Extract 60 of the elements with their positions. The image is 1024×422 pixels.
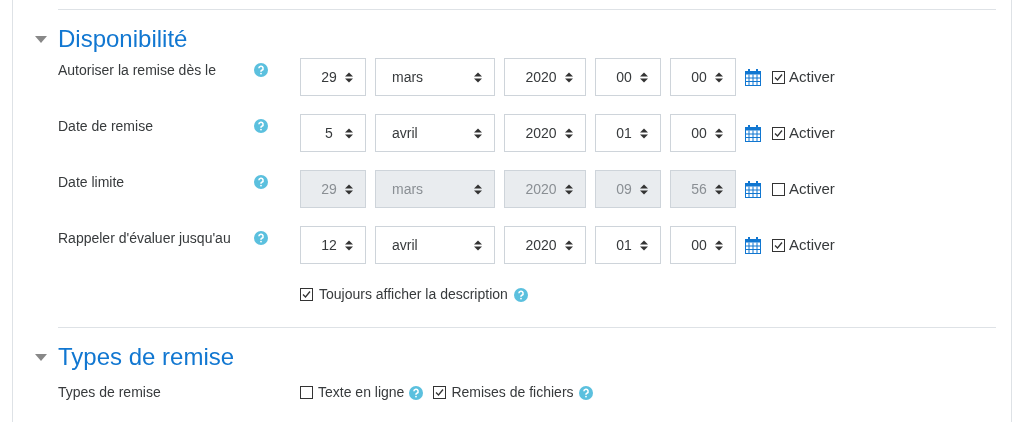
select-field[interactable]: 2020 bbox=[504, 114, 586, 152]
checkbox[interactable] bbox=[300, 288, 313, 301]
field-label: Rappeler d'évaluer jusqu'au bbox=[58, 229, 231, 248]
checkbox-label: Toujours afficher la description bbox=[319, 285, 508, 304]
checkbox-label: Activer bbox=[789, 178, 835, 199]
sort-arrows-icon bbox=[474, 71, 482, 83]
select-field[interactable]: 29 bbox=[300, 58, 366, 96]
select-field[interactable]: 00 bbox=[595, 58, 661, 96]
field-label: Autoriser la remise dès le bbox=[58, 61, 216, 80]
select-field[interactable]: 2020 bbox=[504, 226, 586, 264]
sort-arrows-icon bbox=[474, 127, 482, 139]
sort-arrows-icon bbox=[640, 239, 648, 251]
select-field[interactable]: 01 bbox=[595, 226, 661, 264]
sort-arrows-icon bbox=[715, 127, 723, 139]
checkbox-label: Activer bbox=[789, 122, 835, 143]
checkbox-label: Activer bbox=[789, 66, 835, 87]
select-field[interactable]: 5 bbox=[300, 114, 366, 152]
checkbox[interactable] bbox=[300, 386, 313, 399]
select-field[interactable]: avril bbox=[375, 114, 495, 152]
select-field[interactable]: 12 bbox=[300, 226, 366, 264]
field-label: Date limite bbox=[58, 173, 125, 192]
calendar-icon[interactable] bbox=[745, 236, 761, 254]
sort-arrows-icon bbox=[345, 183, 353, 195]
sort-arrows-icon bbox=[474, 239, 482, 251]
checkbox[interactable] bbox=[433, 386, 447, 399]
select-field[interactable]: 00 bbox=[670, 114, 736, 152]
collapse-icon[interactable] bbox=[35, 353, 47, 361]
sort-arrows-icon bbox=[565, 127, 573, 139]
checkbox-label: Activer bbox=[789, 234, 835, 255]
select-field[interactable]: mars bbox=[375, 58, 495, 96]
sort-arrows-icon bbox=[345, 127, 353, 139]
sort-arrows-icon bbox=[474, 183, 482, 195]
checkbox-label: Texte en ligne bbox=[318, 383, 405, 402]
sort-arrows-icon bbox=[715, 183, 723, 195]
select-field[interactable]: avril bbox=[375, 226, 495, 264]
field-label: Date de remise bbox=[58, 117, 153, 136]
calendar-icon[interactable] bbox=[745, 124, 761, 142]
sort-arrows-icon bbox=[640, 183, 648, 195]
select-field[interactable]: 00 bbox=[670, 226, 736, 264]
select-field[interactable]: 2020 bbox=[504, 58, 586, 96]
checkbox[interactable] bbox=[772, 238, 785, 252]
checkbox-label: Remises de fichiers bbox=[451, 383, 574, 402]
section-heading: Disponibilité bbox=[58, 24, 188, 54]
sort-arrows-icon bbox=[565, 71, 573, 83]
collapse-icon[interactable] bbox=[35, 35, 47, 43]
sort-arrows-icon bbox=[345, 239, 353, 251]
select-field[interactable]: 01 bbox=[595, 114, 661, 152]
sort-arrows-icon bbox=[345, 71, 353, 83]
field-label: Types de remise bbox=[58, 383, 162, 402]
sort-arrows-icon bbox=[640, 71, 648, 83]
select-field[interactable]: 00 bbox=[670, 58, 736, 96]
sort-arrows-icon bbox=[565, 239, 573, 251]
checkbox[interactable] bbox=[772, 70, 785, 84]
checkbox[interactable] bbox=[772, 126, 785, 140]
sort-arrows-icon bbox=[640, 127, 648, 139]
calendar-icon[interactable] bbox=[745, 68, 761, 86]
sort-arrows-icon bbox=[715, 239, 723, 251]
sort-arrows-icon bbox=[715, 71, 723, 83]
sort-arrows-icon bbox=[565, 183, 573, 195]
section-heading: Types de remise bbox=[58, 342, 235, 372]
